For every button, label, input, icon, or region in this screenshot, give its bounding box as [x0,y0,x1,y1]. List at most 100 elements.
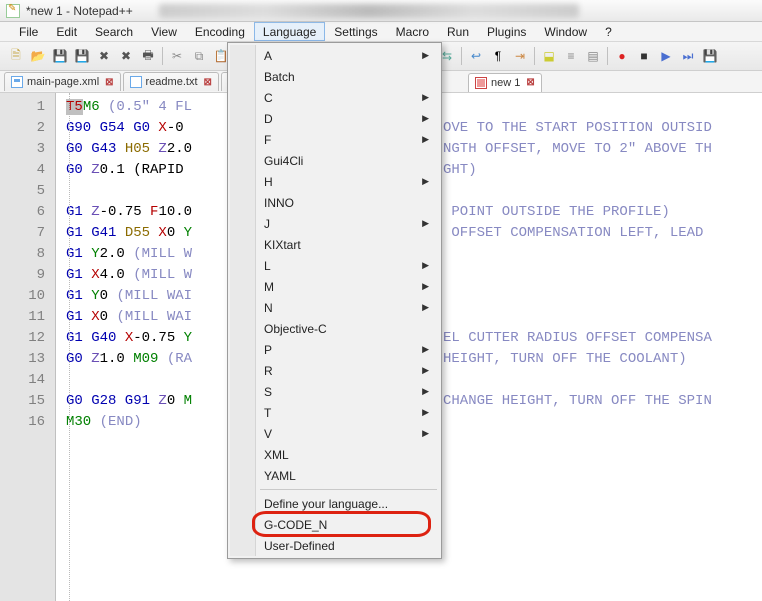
line-number: 3 [0,139,55,160]
language-menu-item[interactable]: R▶ [230,360,439,381]
language-menu-item[interactable]: L▶ [230,255,439,276]
line-number: 11 [0,307,55,328]
language-menu-item[interactable]: A▶ [230,45,439,66]
menu-item-label: L [264,259,271,273]
allchars-icon[interactable]: ¶ [488,46,508,66]
language-menu-item[interactable]: T▶ [230,402,439,423]
submenu-arrow-icon: ▶ [422,428,429,439]
menu-item-label: XML [264,448,289,462]
language-menu-item[interactable]: J▶ [230,213,439,234]
code-line-continuation: CHANGE HEIGHT, TURN OFF THE SPIN [443,391,712,412]
language-menu-item[interactable]: M▶ [230,276,439,297]
language-menu-item[interactable]: XML [230,444,439,465]
submenu-arrow-icon: ▶ [422,281,429,292]
tab-close-icon[interactable]: ⊠ [204,77,212,88]
language-menu-item[interactable]: C▶ [230,87,439,108]
code-line-continuation: GHT) [443,160,477,181]
line-number: 12 [0,328,55,349]
submenu-arrow-icon: ▶ [422,92,429,103]
doc-tab[interactable]: main-page.xml⊠ [4,72,121,91]
language-menu-item[interactable]: H▶ [230,171,439,192]
doc-tab[interactable]: new 1 ⊠ [468,73,542,92]
menu-macro[interactable]: Macro [387,22,438,41]
open-file-icon[interactable]: 📂 [28,46,48,66]
doc-tab[interactable]: readme.txt⊠ [123,72,219,91]
cut-icon[interactable]: ✂ [167,46,187,66]
menu-language[interactable]: Language [254,22,325,41]
line-number: 16 [0,412,55,433]
menu-window[interactable]: Window [535,22,596,41]
language-menu-item[interactable]: F▶ [230,129,439,150]
stop-icon[interactable]: ■ [634,46,654,66]
menu-encoding[interactable]: Encoding [186,22,254,41]
close-all-icon[interactable]: ✖ [116,46,136,66]
indent-icon[interactable]: ⇥ [510,46,530,66]
close-icon[interactable]: ✖ [94,46,114,66]
menu-item-label: M [264,280,274,294]
menu-item-label: T [264,406,271,420]
code-line-continuation: POINT OUTSIDE THE PROFILE) [443,202,670,223]
language-menu-item[interactable]: User-Defined [230,535,439,556]
doc-map-icon[interactable]: ▤ [583,46,603,66]
title-bar: *new 1 - Notepad++ [0,0,762,22]
line-number: 4 [0,160,55,181]
language-menu-item[interactable]: KIXtart [230,234,439,255]
language-menu-item[interactable]: N▶ [230,297,439,318]
submenu-arrow-icon: ▶ [422,365,429,376]
menu-run[interactable]: Run [438,22,478,41]
menu-search[interactable]: Search [86,22,142,41]
menu-item-label: Define your language... [264,497,388,511]
menu-view[interactable]: View [142,22,186,41]
menu-plugins[interactable]: Plugins [478,22,535,41]
wordwrap-icon[interactable]: ↩ [466,46,486,66]
language-menu[interactable]: A▶BatchC▶D▶F▶Gui4CliH▶INNOJ▶KIXtartL▶M▶N… [227,42,442,559]
language-menu-item[interactable]: INNO [230,192,439,213]
menu-settings[interactable]: Settings [325,22,386,41]
language-menu-item[interactable]: D▶ [230,108,439,129]
tab-close-icon[interactable]: ⊠ [105,77,113,88]
language-menu-item[interactable]: S▶ [230,381,439,402]
print-icon[interactable]: 🖶 [138,46,158,66]
separator [461,47,462,65]
copy-icon[interactable]: ⧉ [189,46,209,66]
language-menu-item[interactable]: Gui4Cli [230,150,439,171]
doc-tab-label: new 1 [491,77,520,89]
menu-item-label: H [264,175,273,189]
menu-item-label: G-CODE_N [264,518,327,532]
func-list-icon[interactable]: ≡ [561,46,581,66]
submenu-arrow-icon: ▶ [422,260,429,271]
tab-close-icon[interactable]: ⊠ [526,77,534,88]
save-all-icon[interactable]: 💾 [72,46,92,66]
play-multi-icon[interactable]: ⏭ [678,46,698,66]
file-icon [130,76,142,88]
play-icon[interactable]: ▶ [656,46,676,66]
language-menu-item[interactable]: YAML [230,465,439,486]
lang-icon[interactable]: ⬓ [539,46,559,66]
language-menu-item[interactable]: Objective-C [230,318,439,339]
menu-item-label: A [264,49,272,63]
record-icon[interactable]: ● [612,46,632,66]
language-menu-item[interactable]: Batch [230,66,439,87]
language-menu-item[interactable]: P▶ [230,339,439,360]
language-menu-item[interactable]: V▶ [230,423,439,444]
code-line-continuation: OFFSET COMPENSATION LEFT, LEAD [443,223,712,244]
menu-item-label: F [264,133,271,147]
fold-margin [64,93,70,601]
save-icon[interactable]: 💾 [50,46,70,66]
code-line-continuation: EL CUTTER RADIUS OFFSET COMPENSA [443,328,712,349]
language-menu-item[interactable]: Define your language... [230,493,439,514]
submenu-arrow-icon: ▶ [422,113,429,124]
code-line-continuation: OVE TO THE START POSITION OUTSID [443,118,712,139]
line-number: 14 [0,370,55,391]
menu-item-label: YAML [264,469,296,483]
separator [534,47,535,65]
blurred-region [159,4,579,18]
file-icon [11,76,23,88]
unsaved-file-icon [475,77,487,89]
menu-file[interactable]: File [10,22,47,41]
menu-help[interactable]: ? [596,22,621,41]
new-file-icon[interactable]: 🗎 [6,46,26,66]
menu-edit[interactable]: Edit [47,22,86,41]
save-macro-icon[interactable]: 💾 [700,46,720,66]
language-menu-item[interactable]: G-CODE_N [230,514,439,535]
